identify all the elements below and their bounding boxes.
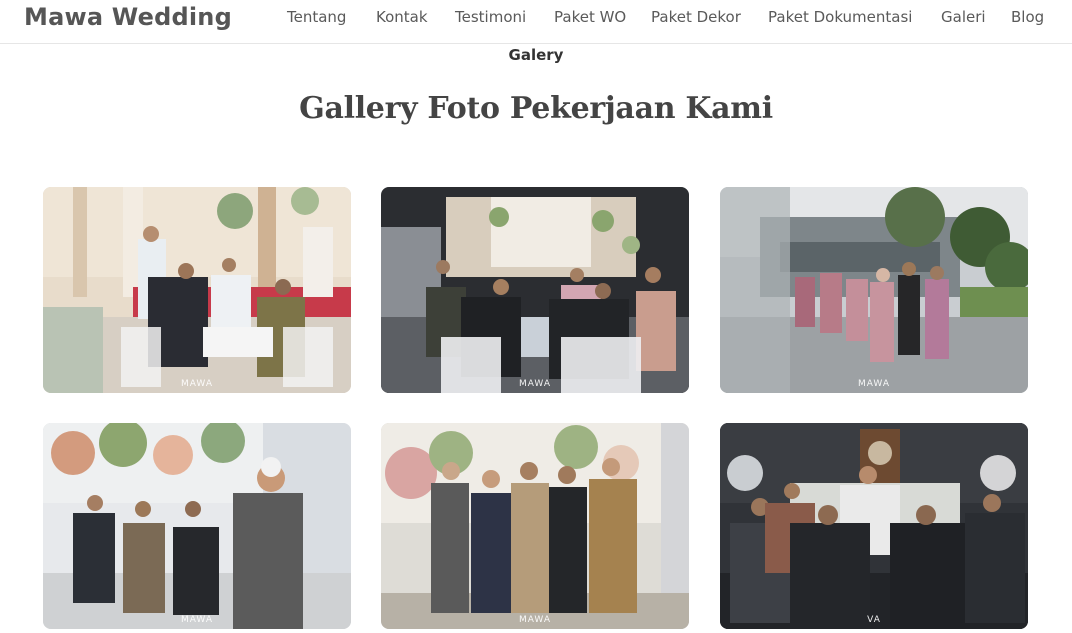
gallery-photo-2[interactable]: MAWA [381, 187, 689, 393]
photo-watermark: MAWA [181, 379, 213, 389]
photo-akad-table [381, 187, 689, 393]
gallery-photo-4[interactable]: MAWA [43, 423, 351, 629]
photo-watermark: MAWA [858, 379, 890, 389]
photo-group-standing [381, 423, 689, 629]
photo-outdoor-procession [720, 187, 1028, 393]
photo-akad-ceremony [43, 187, 351, 393]
gallery-photo-5[interactable]: MAWA [381, 423, 689, 629]
photo-watermark: MAWA [519, 379, 551, 389]
gallery-photo-3[interactable]: MAWA [720, 187, 1028, 393]
gallery-photo-1[interactable]: MAWA [43, 187, 351, 393]
photo-watermark: VA [867, 615, 881, 625]
photo-watermark: MAWA [519, 615, 551, 625]
photo-ijab-kabul [720, 423, 1028, 629]
photo-seated-guests [43, 423, 351, 629]
photo-watermark: MAWA [181, 615, 213, 625]
gallery-photo-6[interactable]: VA [720, 423, 1028, 629]
gallery-grid: MAWA MAWA MAWA MAWA MAWA VA [0, 0, 1072, 633]
